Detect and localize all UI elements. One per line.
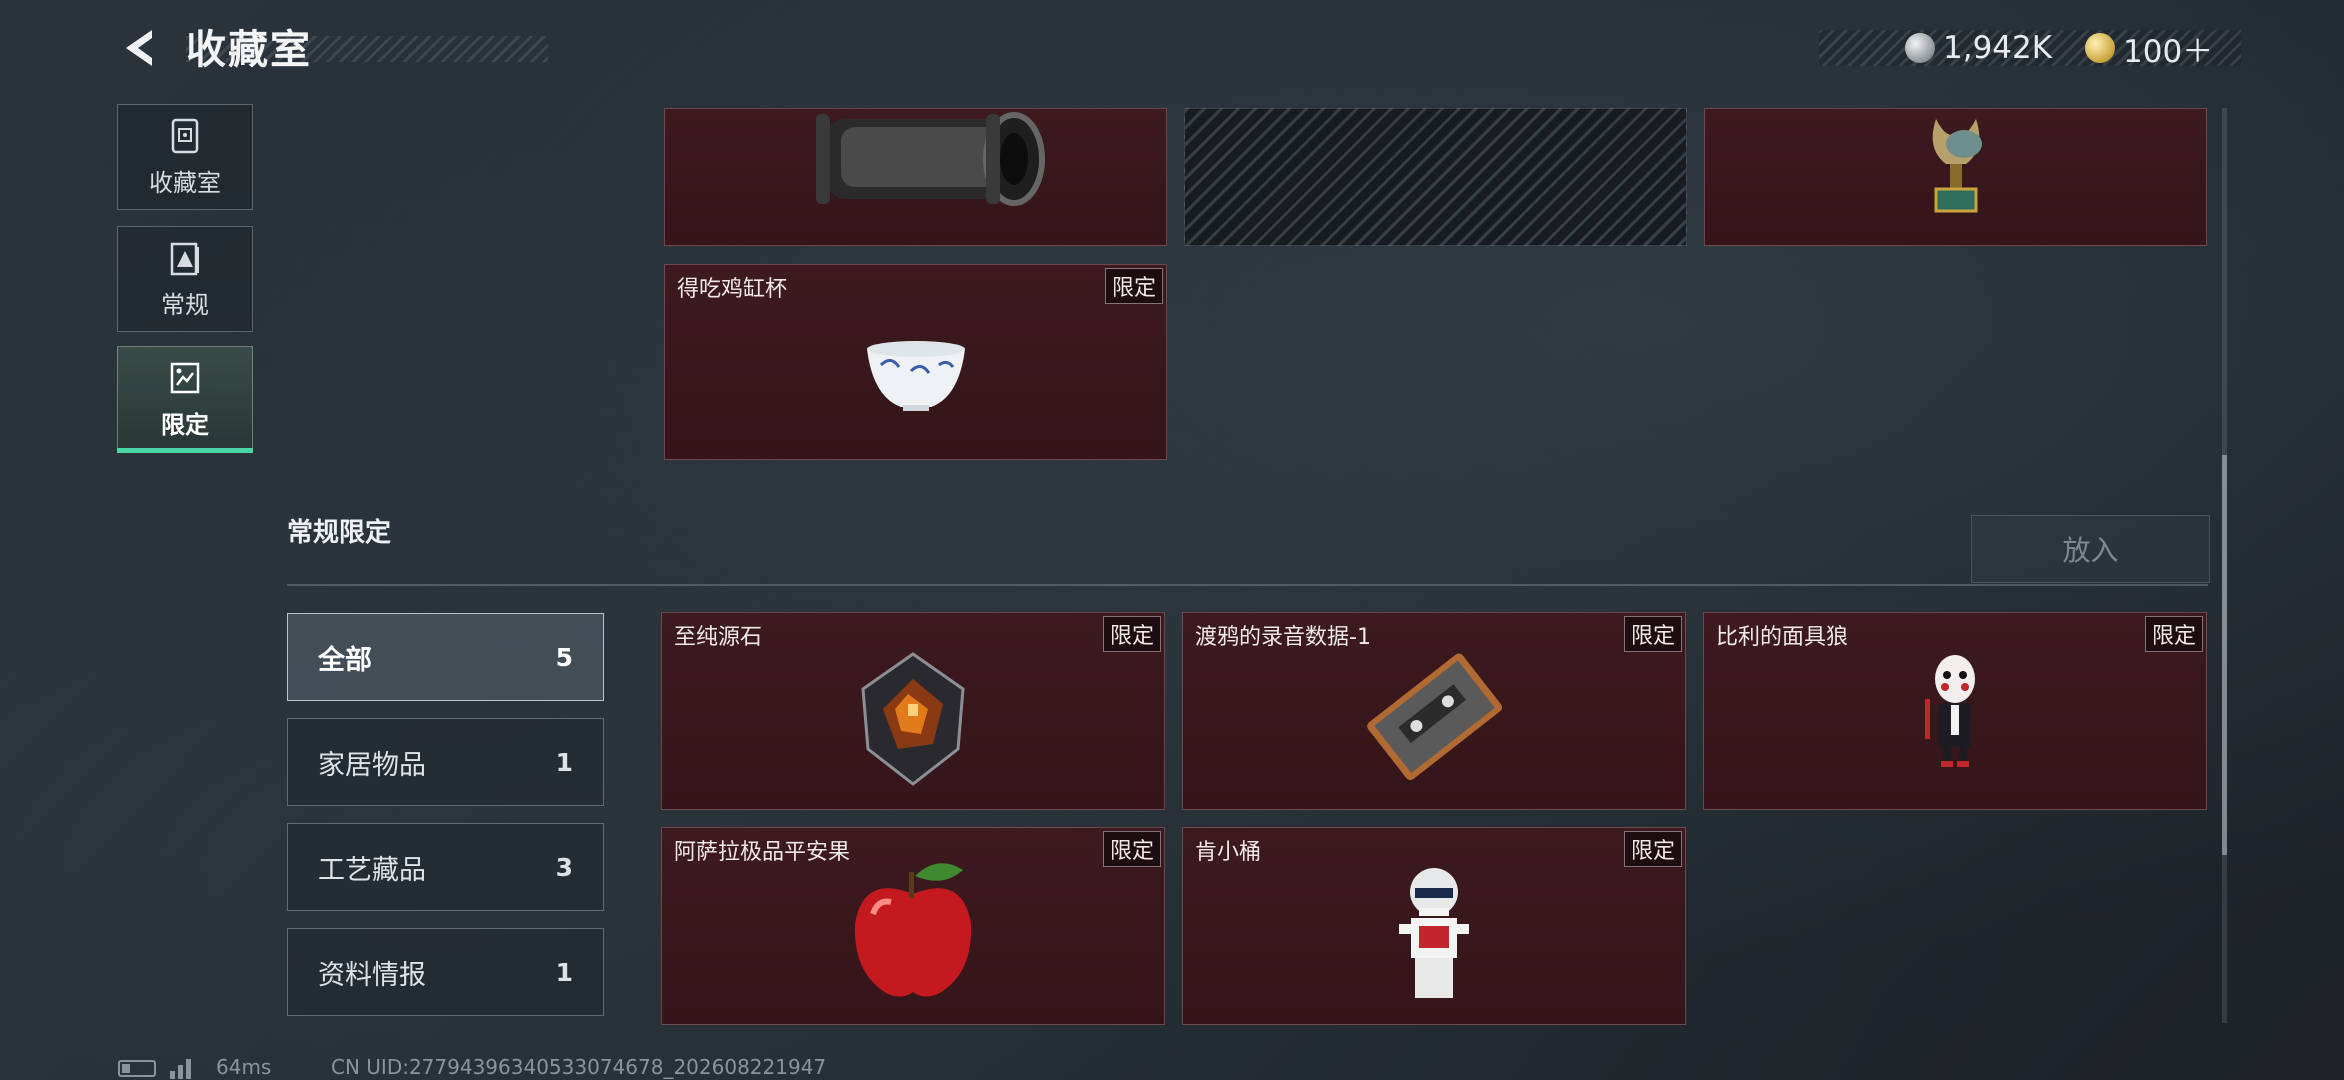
collection-card[interactable]	[664, 108, 1167, 246]
silver-currency-value: 1,942K	[1943, 30, 2053, 66]
scrollbar-thumb[interactable]	[2222, 455, 2227, 855]
filter-all[interactable]: 全部 5	[287, 613, 604, 701]
regular-icon	[170, 242, 199, 275]
uid-text: CN UID:277943963405330746‍78_20260822194…	[331, 1055, 827, 1079]
card-name: 渡鸦的录音数据-1	[1195, 625, 1371, 650]
silver-currency: 1,942K	[1905, 28, 2052, 68]
filter-count: 3	[555, 852, 573, 882]
chicken-cup-image	[866, 341, 965, 411]
item-card[interactable]: 渡鸦的录音数据-1 限定	[1182, 612, 1686, 810]
limited-tag: 限定	[1623, 616, 1682, 652]
card-name: 阿萨拉极品平安果	[674, 840, 851, 865]
filter-label: 家居物品	[318, 749, 426, 781]
filter-count: 5	[555, 642, 573, 672]
filter-home-items[interactable]: 家居物品 1	[287, 718, 604, 806]
red-apple-image	[854, 863, 972, 997]
colonel-bucket-image	[1399, 868, 1469, 998]
limited-tag: 限定	[1102, 831, 1161, 867]
sidebar-item-collection-room[interactable]: 收藏室	[117, 104, 253, 210]
back-arrow-icon	[126, 30, 152, 66]
sidebar-item-label: 常规	[161, 290, 209, 319]
page-title: 收藏室	[186, 27, 312, 73]
cassette-tape-image	[1367, 653, 1503, 781]
card-name: 比利的面具狼	[1716, 625, 1849, 650]
sidebar-item-limited[interactable]: 限定	[117, 346, 253, 452]
limited-tag: 限定	[2144, 616, 2203, 652]
filter-crafts[interactable]: 工艺藏品 3	[287, 823, 604, 911]
filter-count: 1	[555, 747, 573, 777]
trophy-ornament-image	[1932, 119, 1982, 213]
card-name: 肯小桶	[1195, 840, 1262, 865]
gold-currency[interactable]: 100＋	[2085, 28, 2214, 70]
collection-card[interactable]: 得吃鸡缸杯 限定	[664, 264, 1167, 460]
card-name: 至纯源石	[674, 625, 763, 650]
billy-puppet-image	[1925, 655, 1975, 767]
battery-icon	[118, 1060, 156, 1077]
card-name: 得吃鸡缸杯	[677, 277, 788, 302]
filter-count: 1	[555, 957, 573, 987]
put-in-button[interactable]: 放入	[1971, 515, 2210, 583]
gold-coin-icon	[2085, 33, 2115, 63]
source-stone-image	[861, 652, 965, 786]
signal-icon	[170, 1055, 191, 1079]
limited-icon	[170, 362, 200, 393]
silver-coin-icon	[1905, 33, 1935, 63]
filter-label: 资料情报	[318, 959, 426, 991]
put-in-button-label: 放入	[2062, 534, 2119, 567]
sidebar-item-regular[interactable]: 常规	[117, 226, 253, 332]
collection-card[interactable]	[1704, 108, 2207, 246]
section-divider	[287, 584, 2208, 586]
item-card[interactable]: 至纯源石 限定	[661, 612, 1165, 810]
mechanical-part-image	[815, 112, 1045, 206]
sidebar-item-label: 收藏室	[149, 168, 221, 197]
section-title: 常规限定	[287, 518, 392, 548]
gold-currency-value: 100＋	[2123, 33, 2214, 70]
filter-intel[interactable]: 资料情报 1	[287, 928, 604, 1016]
filter-label: 全部	[318, 644, 372, 676]
filter-label: 工艺藏品	[318, 854, 426, 886]
limited-tag: 限定	[1104, 268, 1163, 304]
page-title-wrap: 收藏室	[186, 24, 312, 73]
item-card[interactable]: 比利的面具狼 限定	[1703, 612, 2207, 810]
ping-value: 64ms	[216, 1055, 272, 1079]
item-card[interactable]: 肯小桶 限定	[1182, 827, 1686, 1025]
back-button[interactable]	[118, 26, 162, 70]
limited-tag: 限定	[1623, 831, 1682, 867]
active-tab-indicator	[117, 448, 253, 453]
sidebar-item-label: 限定	[161, 410, 209, 439]
item-card[interactable]: 阿萨拉极品平安果 限定	[661, 827, 1165, 1025]
collection-room-icon	[171, 118, 199, 153]
locked-card-slot	[1184, 108, 1687, 246]
limited-tag: 限定	[1102, 616, 1161, 652]
